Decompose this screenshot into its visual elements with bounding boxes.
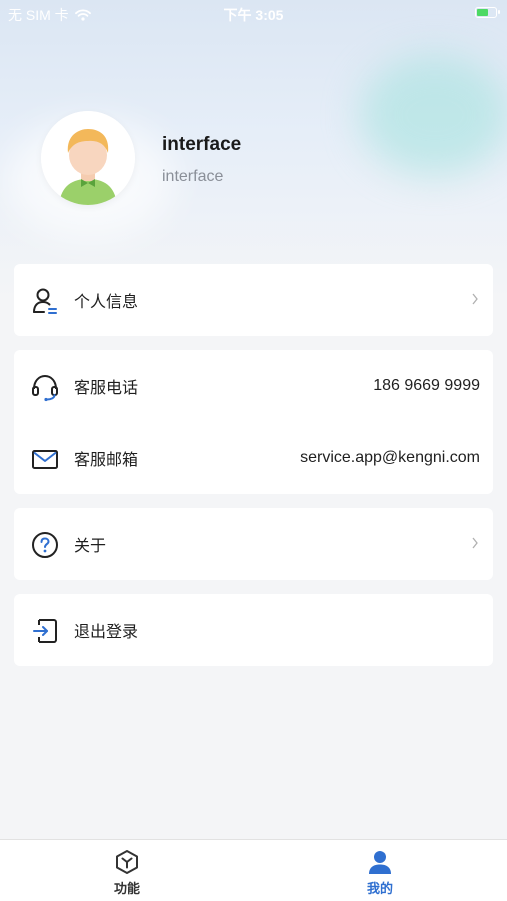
logout-icon (33, 619, 57, 643)
profile-subtitle: interface (162, 168, 224, 185)
headset-icon (32, 374, 58, 402)
tab-bar: 功能 我的 (0, 839, 507, 901)
battery-charging-icon (475, 7, 500, 18)
avatar-illustration (41, 111, 135, 205)
service-email-row[interactable]: 客服邮箱 service.app@kengni.com (14, 422, 493, 494)
service-phone-row[interactable]: 客服电话 186 9669 9999 (14, 350, 493, 422)
service-email-label: 客服邮箱 (74, 452, 139, 469)
tab-function[interactable]: 功能 (62, 840, 192, 901)
logout-label: 退出登录 (74, 624, 139, 641)
chevron-right-icon (472, 293, 478, 305)
about-row[interactable]: 关于 (14, 508, 493, 580)
user-profile-icon (33, 288, 57, 314)
mail-icon (32, 450, 58, 469)
service-phone-label: 客服电话 (74, 380, 139, 397)
service-email-value[interactable]: service.app@kengni.com (300, 449, 480, 467)
chevron-right-icon (472, 537, 478, 549)
cube-icon (116, 850, 138, 874)
status-time: 下午 3:05 (223, 7, 284, 23)
header-decoration (360, 55, 507, 175)
contact-card: 客服电话 186 9669 9999 客服邮箱 service.app@keng… (14, 350, 493, 494)
person-icon (369, 851, 391, 874)
about-label: 关于 (74, 538, 107, 555)
about-card: 关于 (14, 508, 493, 580)
tab-mine-label: 我的 (366, 881, 393, 896)
status-bar: 无 SIM 卡 下午 3:05 (0, 0, 507, 28)
help-icon (32, 532, 58, 558)
personal-info-label: 个人信息 (74, 294, 139, 311)
logout-row[interactable]: 退出登录 (14, 594, 493, 666)
tab-mine[interactable]: 我的 (315, 840, 445, 901)
personal-info-card: 个人信息 (14, 264, 493, 336)
service-phone-value[interactable]: 186 9669 9999 (373, 377, 480, 395)
tab-function-label: 功能 (113, 881, 140, 896)
personal-info-row[interactable]: 个人信息 (14, 264, 493, 336)
profile-name: interface (162, 134, 242, 155)
logout-card: 退出登录 (14, 594, 493, 666)
avatar[interactable] (41, 111, 135, 205)
battery-level (477, 9, 488, 16)
